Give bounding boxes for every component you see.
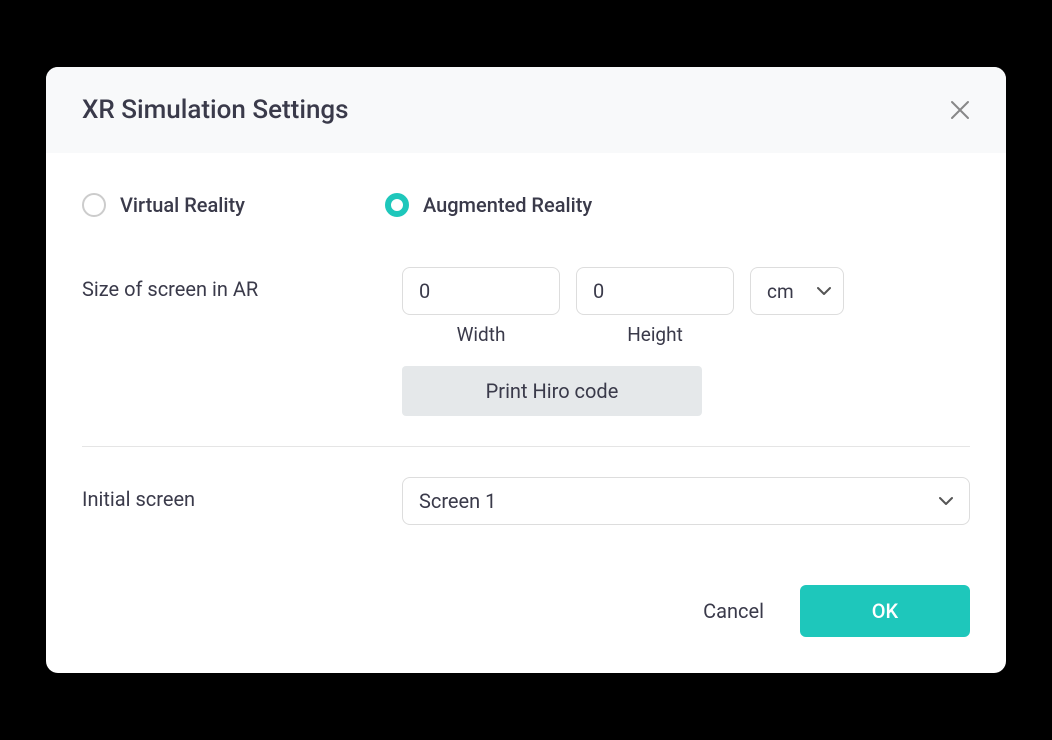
radio-label: Augmented Reality — [423, 193, 592, 217]
height-sublabel: Height — [627, 323, 683, 346]
unit-select[interactable]: cm — [750, 267, 844, 315]
dialog-footer: Cancel OK — [46, 555, 1006, 673]
cancel-button[interactable]: Cancel — [703, 599, 764, 623]
initial-screen-control: Screen 1 — [402, 477, 970, 525]
size-inputs: Width Height cm — [402, 267, 970, 346]
chevron-down-icon — [939, 496, 953, 506]
initial-screen-row: Initial screen Screen 1 — [82, 477, 970, 525]
close-icon[interactable] — [950, 100, 970, 120]
size-controls: Width Height cm Print Hiro code — [402, 267, 970, 416]
dialog-title: XR Simulation Settings — [82, 95, 349, 125]
height-input[interactable] — [576, 267, 734, 315]
size-row: Size of screen in AR Width Height cm — [82, 267, 970, 416]
mode-radio-group: Virtual Reality Augmented Reality — [82, 193, 970, 217]
initial-screen-label: Initial screen — [82, 477, 402, 511]
radio-icon — [385, 193, 409, 217]
width-input[interactable] — [402, 267, 560, 315]
dialog-body: Virtual Reality Augmented Reality Size o… — [46, 153, 1006, 555]
radio-label: Virtual Reality — [120, 193, 245, 217]
radio-virtual-reality[interactable]: Virtual Reality — [82, 193, 245, 217]
initial-screen-select[interactable]: Screen 1 — [402, 477, 970, 525]
xr-settings-dialog: XR Simulation Settings Virtual Reality A… — [46, 67, 1006, 673]
height-group: Height — [576, 267, 734, 346]
width-sublabel: Width — [457, 323, 506, 346]
size-label: Size of screen in AR — [82, 267, 402, 301]
dialog-header: XR Simulation Settings — [46, 67, 1006, 153]
width-group: Width — [402, 267, 560, 346]
ok-button[interactable]: OK — [800, 585, 970, 637]
print-hiro-button[interactable]: Print Hiro code — [402, 366, 702, 416]
unit-value: cm — [767, 280, 794, 303]
chevron-down-icon — [817, 286, 831, 296]
initial-screen-value: Screen 1 — [419, 489, 496, 513]
divider — [82, 446, 970, 447]
radio-icon — [82, 193, 106, 217]
radio-augmented-reality[interactable]: Augmented Reality — [385, 193, 592, 217]
